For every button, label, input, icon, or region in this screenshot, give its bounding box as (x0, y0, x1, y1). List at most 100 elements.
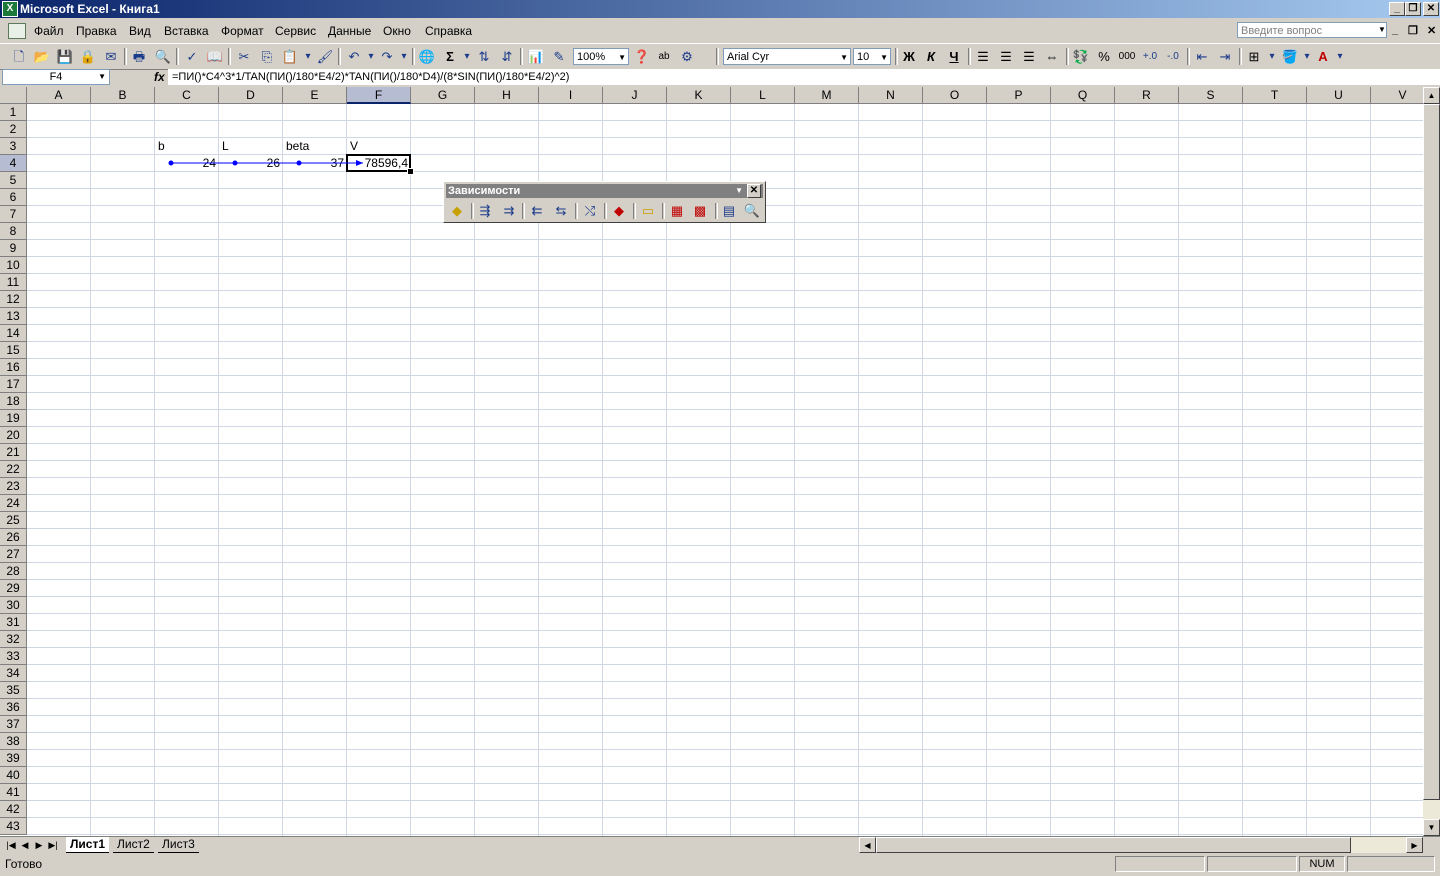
restore-button[interactable]: ❐ (1405, 2, 1421, 16)
scroll-left-icon[interactable]: ◀ (859, 837, 876, 853)
align-center-icon[interactable]: ☰ (997, 48, 1015, 65)
scroll-up-icon[interactable]: ▲ (1423, 87, 1440, 104)
save-icon[interactable]: 💾 (56, 48, 74, 65)
autosum-icon[interactable]: Σ (441, 48, 459, 65)
doc-minimize-button[interactable]: _ (1392, 24, 1398, 36)
merge-center-icon[interactable]: ⇔ (1043, 48, 1061, 65)
minimize-button[interactable]: _ (1389, 2, 1405, 16)
options-icon[interactable]: ⚙ (678, 48, 696, 65)
trace-error-icon[interactable]: ◆ (609, 202, 629, 220)
sort-descending-icon[interactable]: ⇵ (498, 48, 516, 65)
prev-sheet-icon[interactable]: ◀ (18, 838, 32, 852)
menu-edit[interactable]: Правка (76, 24, 117, 38)
font-name-select[interactable]: Arial Cyr ▼ (723, 48, 851, 65)
email-icon[interactable]: ✉ (102, 48, 120, 65)
hyperlink-icon[interactable]: 🌐 (418, 48, 436, 65)
drawing-icon[interactable]: ✎ (550, 48, 568, 65)
evaluate-formula-icon[interactable]: 🔍 (742, 202, 762, 220)
chevron-down-icon[interactable]: ▼ (880, 49, 888, 66)
error-check-icon[interactable]: ◆ (447, 202, 467, 220)
font-size-select[interactable]: 10 ▼ (853, 48, 891, 65)
watch-window-icon[interactable]: ▤ (719, 202, 739, 220)
trace-dependents-icon[interactable]: ⇇ (527, 202, 547, 220)
horizontal-scrollbar[interactable]: ◀ ▶ (859, 837, 1423, 853)
remove-dependent-arrows-icon[interactable]: ⇆ (551, 202, 571, 220)
undo-icon[interactable]: ↶ (345, 48, 363, 65)
font-color-icon[interactable]: A (1314, 48, 1332, 65)
chevron-down-icon[interactable]: ▼ (840, 49, 848, 66)
sheet-tab-3[interactable]: Лист3 (158, 837, 199, 853)
menu-format[interactable]: Формат (221, 24, 264, 38)
chevron-down-icon[interactable]: ▼ (1378, 25, 1386, 34)
borders-icon[interactable]: ⊞ (1245, 48, 1263, 65)
menu-data[interactable]: Данные (328, 24, 371, 38)
chevron-down-icon[interactable]: ▼ (735, 184, 743, 198)
print-icon[interactable]: 🖶 (130, 48, 148, 65)
chart-wizard-icon[interactable]: 📊 (527, 48, 545, 65)
close-button[interactable]: ✕ (1423, 2, 1439, 16)
menu-window[interactable]: Окно (383, 24, 411, 38)
chevron-down-icon[interactable]: ▾ (458, 48, 476, 65)
workbook-icon[interactable] (8, 23, 26, 39)
menu-tools[interactable]: Сервис (275, 24, 316, 38)
menu-help[interactable]: Справка (425, 24, 472, 38)
thousands-button[interactable]: 000 (1118, 48, 1136, 65)
chevron-down-icon[interactable]: ▾ (1263, 48, 1281, 65)
decrease-decimal-icon[interactable]: -.0 (1164, 48, 1182, 65)
clear-validation-circles-icon[interactable]: ▩ (690, 202, 710, 220)
chevron-down-icon[interactable]: ▼ (98, 70, 106, 84)
scroll-right-icon[interactable]: ▶ (1406, 837, 1423, 853)
open-folder-icon[interactable]: 📂 (33, 48, 51, 65)
vertical-scroll-thumb[interactable] (1423, 104, 1440, 800)
excel-app-icon[interactable]: X (2, 1, 18, 17)
formula-input[interactable]: =ПИ()*C4^3*1/TAN(ПИ()/180*E4/2)*TAN(ПИ()… (168, 69, 1440, 85)
abc-icon[interactable]: ab (655, 48, 673, 65)
print-preview-icon[interactable]: 🔍 (154, 48, 172, 65)
menu-insert[interactable]: Вставка (164, 24, 209, 38)
name-box[interactable]: F4 ▼ (2, 69, 110, 85)
close-icon[interactable]: ✕ (747, 184, 761, 198)
remove-all-arrows-icon[interactable]: ⤭ (580, 202, 600, 220)
spelling-icon[interactable]: ✓ (183, 48, 201, 65)
cut-icon[interactable]: ✂ (235, 48, 253, 65)
bold-button[interactable]: Ж (900, 48, 918, 65)
increase-indent-icon[interactable]: ⇥ (1216, 48, 1234, 65)
chevron-down-icon[interactable]: ▾ (1331, 48, 1349, 65)
menu-view[interactable]: Вид (129, 24, 151, 38)
fill-color-icon[interactable]: 🪣 (1281, 48, 1299, 65)
insert-function-icon[interactable]: fx (154, 70, 165, 84)
align-left-icon[interactable]: ☰ (974, 48, 992, 65)
permission-icon[interactable]: 🔒 (79, 48, 97, 65)
doc-restore-button[interactable]: ❐ (1408, 24, 1418, 37)
new-comment-icon[interactable]: ▭ (638, 202, 658, 220)
last-sheet-icon[interactable]: ▶| (46, 838, 60, 852)
sheet-tab-1[interactable]: Лист1 (66, 837, 110, 853)
redo-icon[interactable]: ↷ (378, 48, 396, 65)
scroll-down-icon[interactable]: ▼ (1423, 819, 1440, 836)
research-icon[interactable]: 📖 (206, 48, 224, 65)
new-document-icon[interactable]: 🗋 (10, 48, 28, 65)
vertical-scrollbar[interactable]: ▲ ▼ (1423, 87, 1440, 836)
decrease-indent-icon[interactable]: ⇤ (1193, 48, 1211, 65)
italic-button[interactable]: К (922, 48, 940, 65)
paste-icon[interactable]: 📋 (281, 48, 299, 65)
trace-precedents-icon[interactable]: ⇶ (475, 202, 495, 220)
chevron-down-icon[interactable]: ▼ (618, 49, 626, 66)
chevron-down-icon[interactable]: ▾ (299, 48, 317, 65)
chevron-down-icon[interactable]: ▾ (395, 48, 413, 65)
zoom-select[interactable]: 100% ▼ (573, 48, 629, 65)
menu-file[interactable]: Файл (34, 24, 64, 38)
percent-button[interactable]: % (1095, 48, 1113, 65)
sort-ascending-icon[interactable]: ⇅ (475, 48, 493, 65)
format-painter-icon[interactable]: 🖌 (316, 48, 334, 65)
next-sheet-icon[interactable]: ▶ (32, 838, 46, 852)
underline-button[interactable]: Ч (945, 48, 963, 65)
currency-icon[interactable]: 💱 (1072, 48, 1090, 65)
align-right-icon[interactable]: ☰ (1020, 48, 1038, 65)
sheet-tab-2[interactable]: Лист2 (113, 837, 154, 853)
help-icon[interactable]: ❓ (633, 48, 651, 65)
circle-invalid-data-icon[interactable]: ▦ (667, 202, 687, 220)
ask-question-input[interactable]: Введите вопрос (1237, 22, 1387, 38)
remove-precedent-arrows-icon[interactable]: ⇉ (499, 202, 519, 220)
horizontal-scroll-thumb[interactable] (876, 837, 1351, 853)
